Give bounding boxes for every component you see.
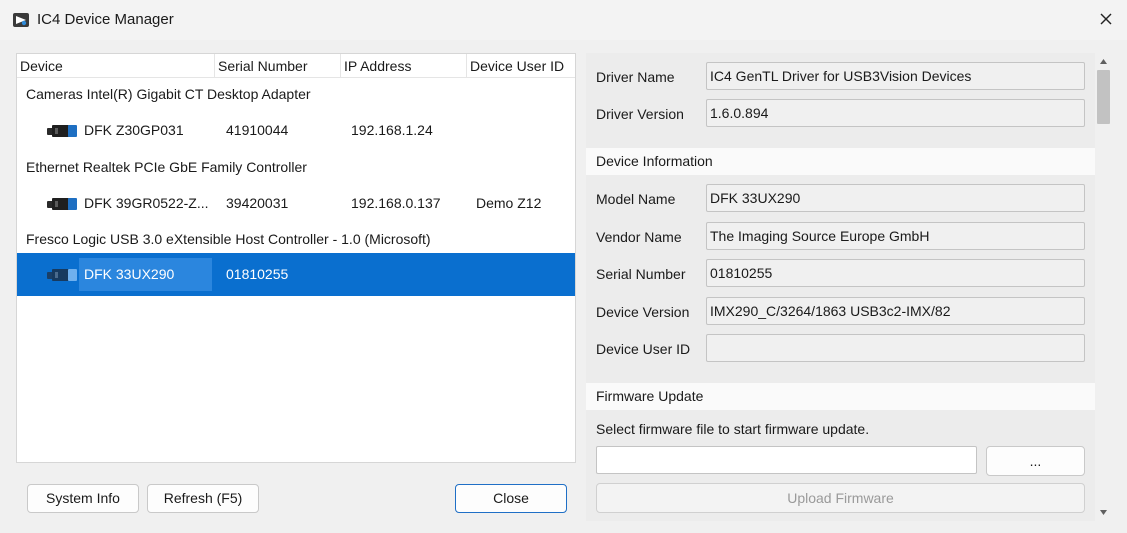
device-list[interactable]: Device Serial Number IP Address Device U… bbox=[16, 53, 576, 463]
device-row[interactable]: DFK Z30GP031 41910044 192.168.1.24 bbox=[17, 112, 575, 148]
device-serial: 01810255 bbox=[226, 266, 289, 282]
app-camera-icon bbox=[13, 13, 29, 27]
close-icon[interactable] bbox=[1096, 9, 1116, 29]
device-user-id-field[interactable] bbox=[706, 334, 1085, 362]
driver-version-field[interactable]: 1.6.0.894 bbox=[706, 99, 1085, 127]
firmware-file-input[interactable] bbox=[596, 446, 977, 474]
vertical-scrollbar[interactable] bbox=[1095, 53, 1112, 521]
camera-icon bbox=[47, 125, 77, 137]
device-version-field[interactable]: IMX290_C/3264/1863 USB3c2-IMX/82 bbox=[706, 297, 1085, 325]
section-title: Device Information bbox=[596, 153, 713, 169]
device-name: DFK Z30GP031 bbox=[84, 122, 184, 138]
refresh-button[interactable]: Refresh (F5) bbox=[147, 484, 259, 513]
column-header-serial-number[interactable]: Serial Number bbox=[215, 54, 341, 78]
scroll-down-arrow-icon[interactable] bbox=[1099, 508, 1108, 517]
device-version-label: Device Version bbox=[596, 304, 690, 320]
device-row[interactable]: DFK 39GR0522-Z... 39420031 192.168.0.137… bbox=[17, 185, 575, 221]
browse-firmware-button[interactable]: ... bbox=[986, 446, 1085, 476]
system-info-button[interactable]: System Info bbox=[27, 484, 139, 513]
model-name-field[interactable]: DFK 33UX290 bbox=[706, 184, 1085, 212]
device-ip: 192.168.0.137 bbox=[351, 195, 441, 211]
driver-name-label: Driver Name bbox=[596, 69, 675, 85]
scrollbar-thumb[interactable] bbox=[1097, 70, 1110, 124]
section-title: Firmware Update bbox=[596, 388, 704, 404]
title-bar: IC4 Device Manager bbox=[0, 0, 1127, 40]
group-label: Cameras Intel(R) Gigabit CT Desktop Adap… bbox=[26, 86, 311, 102]
driver-name-field[interactable]: IC4 GenTL Driver for USB3Vision Devices bbox=[706, 62, 1085, 90]
column-header-device[interactable]: Device bbox=[17, 54, 215, 78]
device-name: DFK 39GR0522-Z... bbox=[84, 195, 209, 211]
device-serial: 41910044 bbox=[226, 122, 289, 138]
camera-icon bbox=[47, 269, 77, 281]
group-label: Fresco Logic USB 3.0 eXtensible Host Con… bbox=[26, 231, 431, 247]
column-header-ip-address[interactable]: IP Address bbox=[341, 54, 467, 78]
device-serial: 39420031 bbox=[226, 195, 289, 211]
window-title: IC4 Device Manager bbox=[37, 11, 174, 28]
scroll-up-arrow-icon[interactable] bbox=[1099, 57, 1108, 66]
model-name-label: Model Name bbox=[596, 191, 676, 207]
camera-icon bbox=[47, 198, 77, 210]
device-information-section: Device Information bbox=[586, 148, 1095, 175]
device-properties-panel: Driver Name IC4 GenTL Driver for USB3Vis… bbox=[586, 53, 1095, 521]
upload-firmware-button[interactable]: Upload Firmware bbox=[596, 483, 1085, 513]
device-user-id-label: Device User ID bbox=[596, 341, 691, 357]
device-ip: 192.168.1.24 bbox=[351, 122, 433, 138]
driver-version-label: Driver Version bbox=[596, 106, 684, 122]
close-button[interactable]: Close bbox=[455, 484, 567, 513]
vendor-name-field[interactable]: The Imaging Source Europe GmbH bbox=[706, 222, 1085, 250]
column-header-device-user-id[interactable]: Device User ID bbox=[467, 54, 575, 78]
serial-number-field[interactable]: 01810255 bbox=[706, 259, 1085, 287]
vendor-name-label: Vendor Name bbox=[596, 229, 682, 245]
device-user-id: Demo Z12 bbox=[476, 195, 542, 211]
device-name: DFK 33UX290 bbox=[84, 266, 175, 282]
device-row-selected[interactable]: DFK 33UX290 01810255 bbox=[17, 253, 575, 296]
serial-number-label: Serial Number bbox=[596, 266, 686, 282]
group-label: Ethernet Realtek PCIe GbE Family Control… bbox=[26, 159, 307, 175]
firmware-instruction: Select firmware file to start firmware u… bbox=[596, 421, 870, 437]
firmware-update-section: Firmware Update bbox=[586, 383, 1095, 410]
